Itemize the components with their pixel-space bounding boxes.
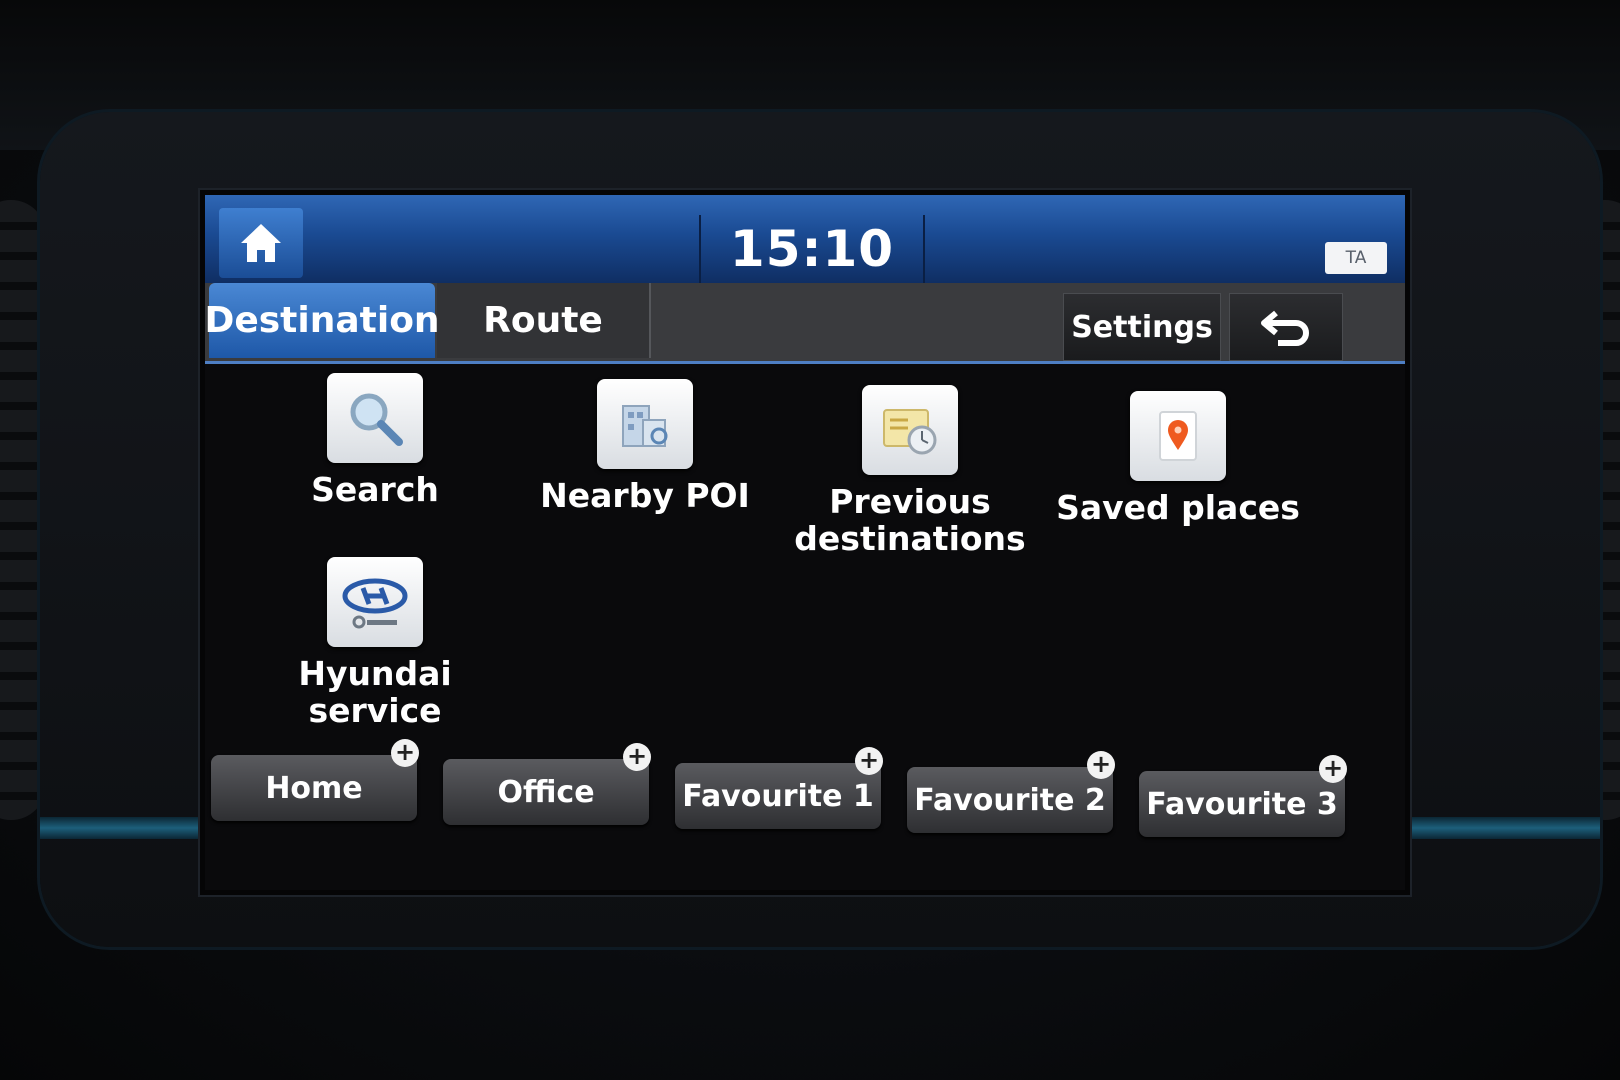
menu-hyundai-service-label: Hyundai service [240,655,510,729]
menu-saved-places-label: Saved places [1056,488,1300,527]
favourite-office-label: Office [497,774,595,810]
favourite-1-button[interactable]: Favourite 1 + [675,747,883,829]
favourite-3-button[interactable]: Favourite 3 + [1139,755,1347,837]
hyundai-service-icon [327,557,423,647]
favourite-3-label: Favourite 3 [1146,786,1338,822]
back-arrow-icon [1261,310,1309,346]
menu-search[interactable]: Search [240,373,510,508]
menu-previous-destinations-label: Previous destinations [775,483,1045,557]
favourite-office-button[interactable]: Office + [443,743,651,825]
building-poi-icon [597,379,693,469]
history-clock-icon [862,385,958,475]
search-magnifier-icon [327,373,423,463]
add-plus-icon[interactable]: + [391,739,419,767]
menu-previous-destinations[interactable]: Previous destinations [775,385,1045,557]
menu-nearby-poi[interactable]: Nearby POI [510,379,780,514]
home-button[interactable] [219,208,303,278]
favourite-1-label: Favourite 1 [682,778,874,814]
add-plus-icon[interactable]: + [1319,755,1347,783]
add-plus-icon[interactable]: + [623,743,651,771]
add-plus-icon[interactable]: + [1087,751,1115,779]
menu-hyundai-line1: Hyundai [298,654,452,693]
menu-saved-places[interactable]: Saved places [1043,391,1313,526]
favourite-2-label: Favourite 2 [914,782,1106,818]
traffic-announcement-badge[interactable]: TA [1325,242,1387,274]
back-button[interactable] [1229,293,1343,361]
menu-previous-line1: Previous [829,482,991,521]
tab-route[interactable]: Route [437,283,651,358]
settings-button[interactable]: Settings [1063,293,1221,361]
clock-area: 15:10 [699,215,925,283]
home-icon [241,224,281,262]
menu-search-label: Search [311,470,439,509]
menu-nearby-poi-label: Nearby POI [540,476,750,515]
status-bar: 15:10 TA [205,195,1405,283]
tab-destination[interactable]: Destination [204,283,440,358]
add-plus-icon[interactable]: + [855,747,883,775]
infotainment-screen: 15:10 TA Destination Route Settings Sear… [200,190,1410,895]
menu-previous-line2: destinations [794,519,1026,558]
map-pin-icon [1130,391,1226,481]
favourite-home-label: Home [265,770,363,806]
favourite-2-button[interactable]: Favourite 2 + [907,751,1115,833]
clock-time: 15:10 [729,220,895,278]
favourite-home-button[interactable]: Home + [211,739,419,821]
tab-bar: Destination Route Settings [204,283,1405,364]
menu-hyundai-service[interactable]: Hyundai service [240,557,510,729]
menu-hyundai-line2: service [308,691,442,730]
